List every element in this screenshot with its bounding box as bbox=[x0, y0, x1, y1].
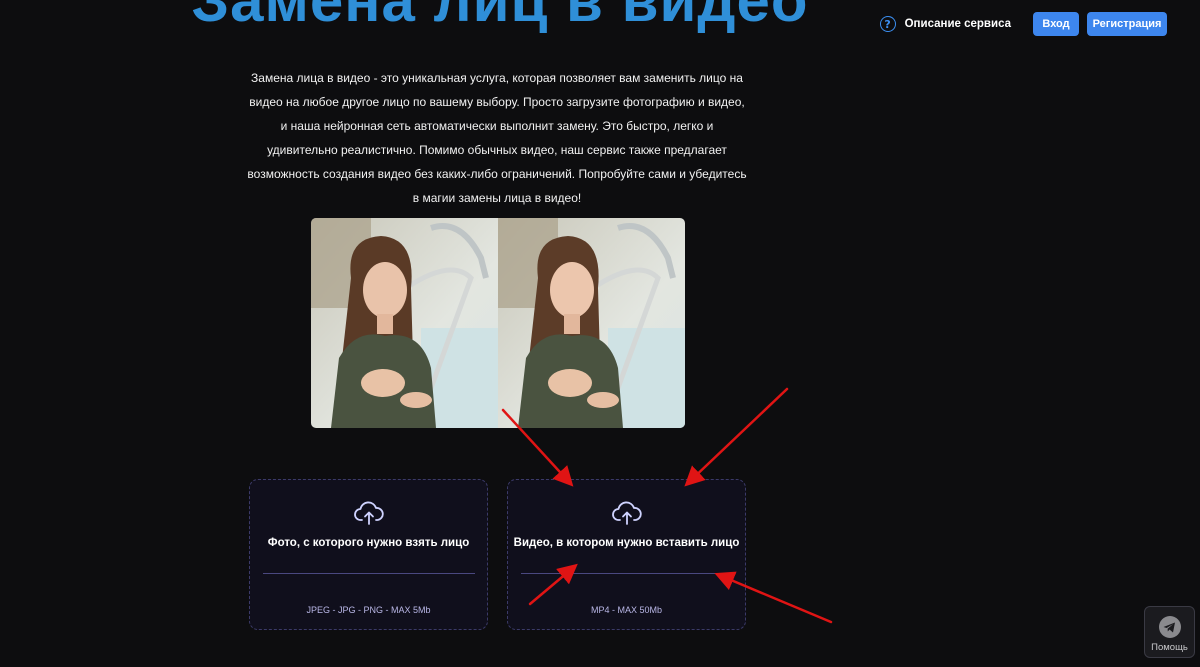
help-widget-button[interactable]: Помощь bbox=[1144, 606, 1195, 658]
cloud-upload-icon bbox=[612, 501, 642, 525]
divider bbox=[263, 573, 475, 574]
photo-upload-title: Фото, с которого нужно взять лицо bbox=[267, 537, 470, 549]
video-upload-dropzone[interactable]: Видео, в котором нужно вставить лицо MP4… bbox=[507, 479, 746, 630]
telegram-icon bbox=[1158, 616, 1181, 638]
video-upload-hint: MP4 - MAX 50Mb bbox=[590, 605, 663, 615]
question-circle-icon: ? bbox=[879, 16, 896, 32]
top-navigation: ? Описание сервиса Вход Регистрация bbox=[879, 12, 1167, 36]
preview-original bbox=[311, 218, 498, 428]
hero-description: Замена лица в видео - это уникальная усл… bbox=[247, 71, 747, 205]
photo-upload-hint: JPEG - JPG - PNG - MAX 5Mb bbox=[306, 605, 431, 615]
help-widget-label: Помощь bbox=[1151, 642, 1188, 653]
service-description-link[interactable]: ? Описание сервиса bbox=[879, 16, 1011, 32]
login-button[interactable]: Вход bbox=[1033, 12, 1079, 36]
photo-upload-dropzone[interactable]: Фото, с которого нужно взять лицо JPEG -… bbox=[249, 479, 488, 630]
annotation-arrow bbox=[684, 387, 789, 487]
service-description-label: Описание сервиса bbox=[904, 18, 1011, 30]
video-upload-title: Видео, в котором нужно вставить лицо bbox=[513, 537, 740, 549]
divider bbox=[521, 573, 733, 574]
register-button[interactable]: Регистрация bbox=[1087, 12, 1167, 36]
preview-swapped bbox=[498, 218, 685, 428]
cloud-upload-icon bbox=[354, 501, 384, 525]
hero-title: Замена лиц в видео bbox=[191, 0, 809, 34]
face-swap-preview-image bbox=[311, 218, 685, 428]
